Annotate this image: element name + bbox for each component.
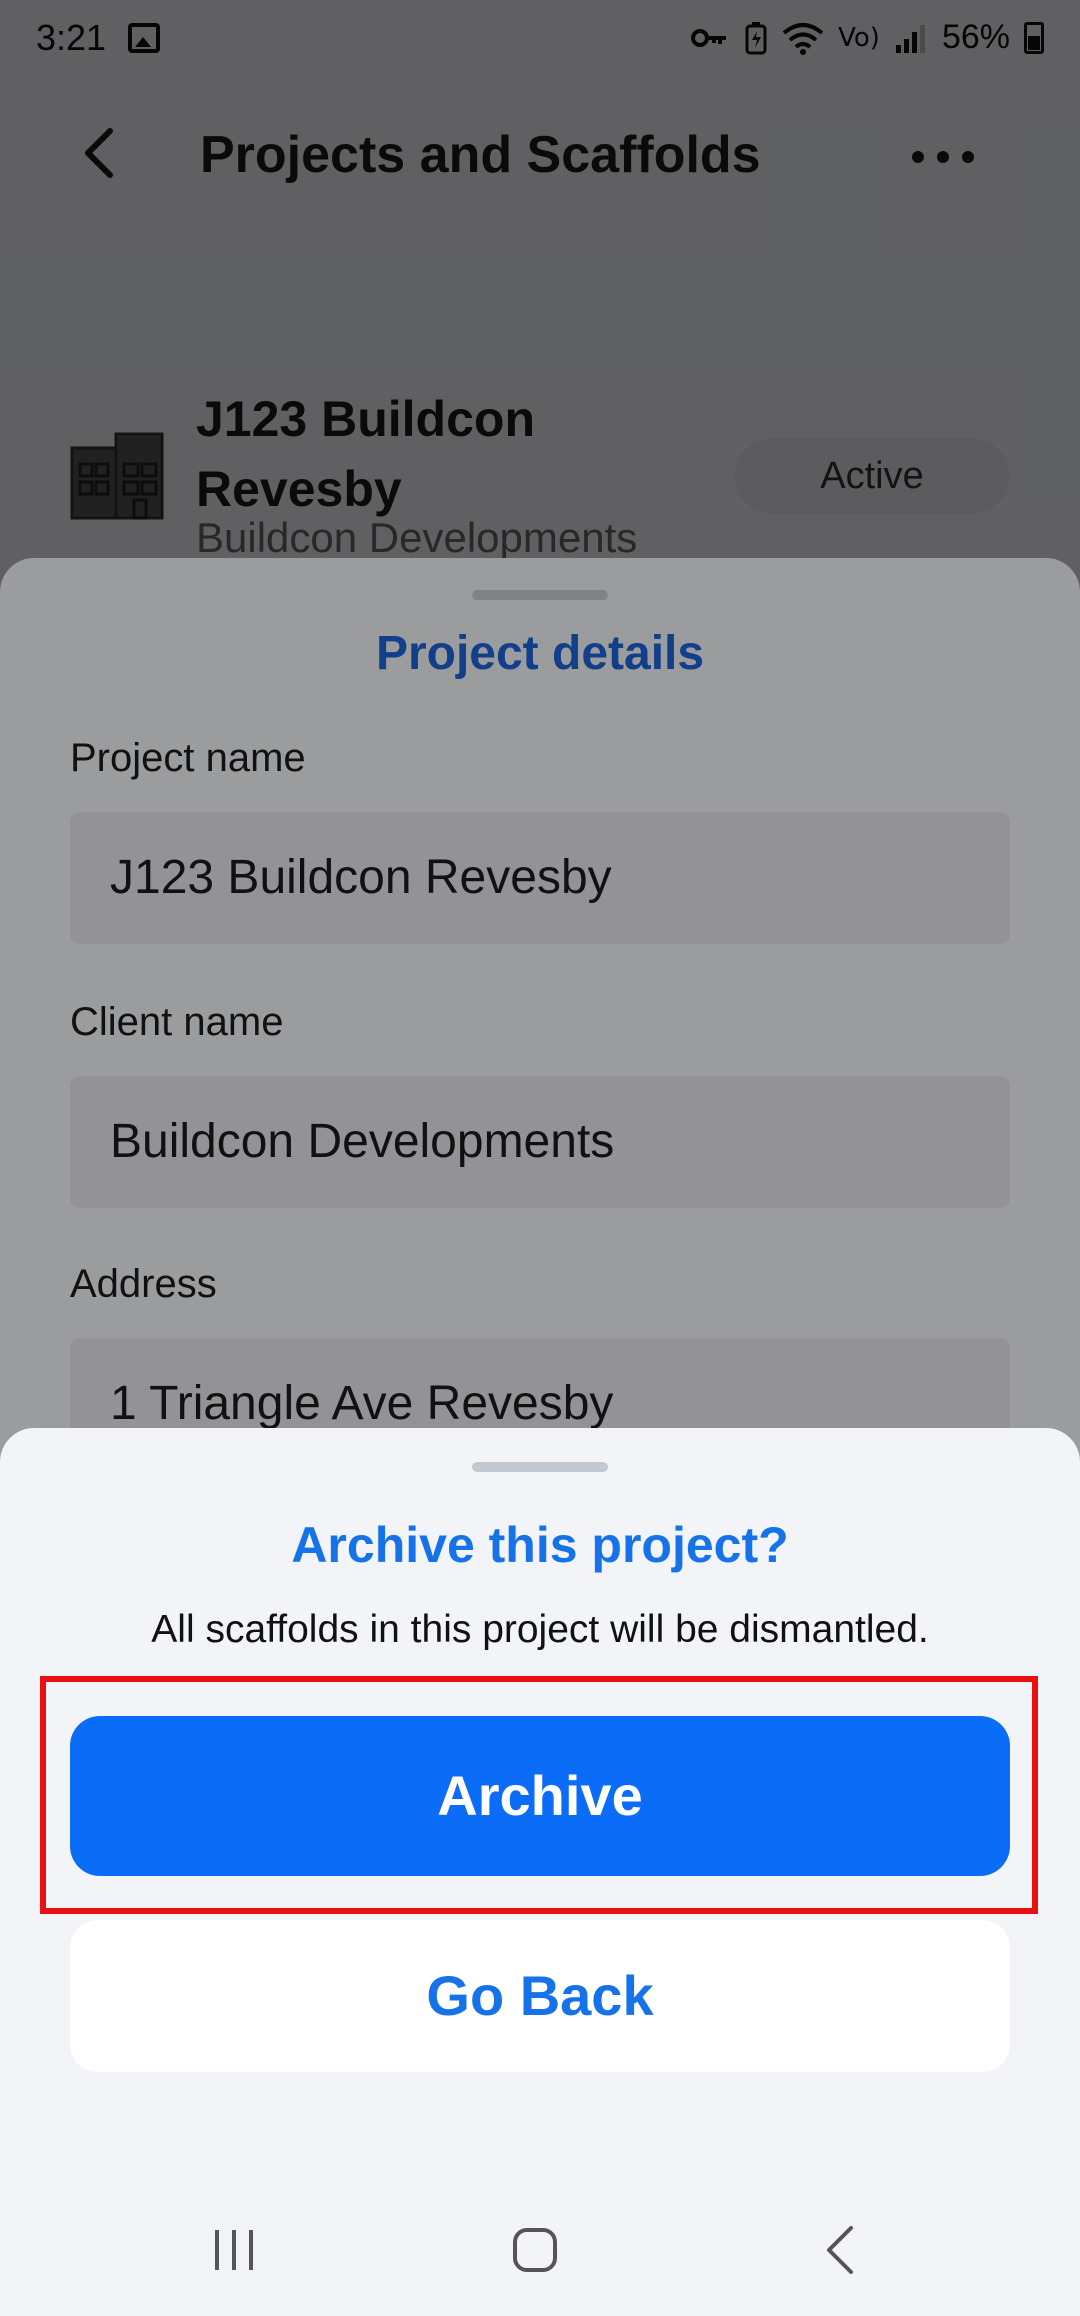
- home-icon: [513, 2228, 557, 2272]
- recent-apps-button[interactable]: [189, 2210, 279, 2290]
- recent-apps-icon: [215, 2230, 253, 2270]
- go-back-button[interactable]: Go Back: [70, 1920, 1010, 2072]
- archive-button[interactable]: Archive: [70, 1716, 1010, 1876]
- back-icon: [827, 2226, 853, 2274]
- home-button[interactable]: [490, 2210, 580, 2290]
- dialog-title: Archive this project?: [291, 1517, 789, 1573]
- drag-handle[interactable]: [472, 1462, 608, 1472]
- system-nav-bar: [0, 2180, 1080, 2316]
- dialog-message: All scaffolds in this project will be di…: [151, 1608, 929, 1651]
- back-nav-button[interactable]: [795, 2210, 885, 2290]
